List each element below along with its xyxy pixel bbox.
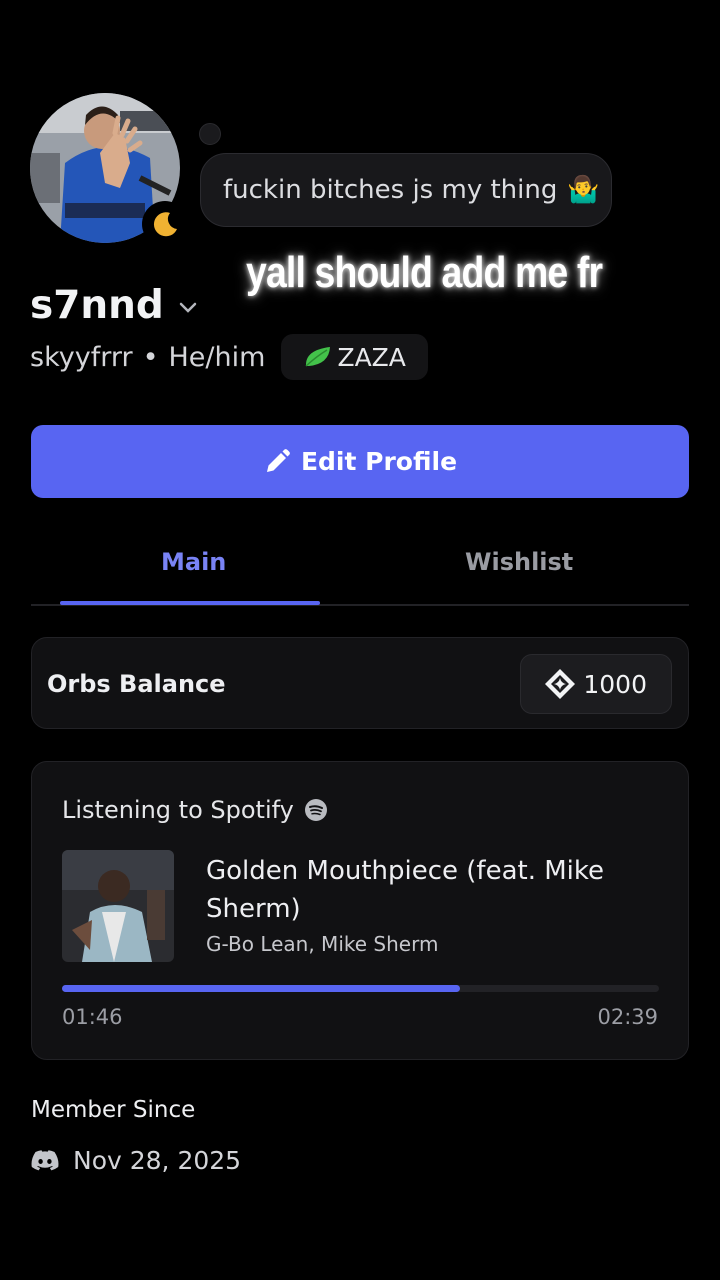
playback-progress-fill — [62, 985, 461, 992]
member-since-row: Nov 28, 2025 — [31, 1146, 241, 1175]
display-name-row[interactable]: s7nnd — [30, 283, 198, 328]
track-title[interactable]: Golden Mouthpiece (feat. Mike Sherm) — [206, 852, 646, 928]
active-tab-indicator — [60, 601, 320, 605]
username-pronouns: skyyfrrr • He/him — [30, 342, 265, 373]
server-tag-label: ZAZA — [337, 342, 406, 372]
elapsed-time: 01:46 — [62, 1005, 123, 1029]
orbs-balance-label: Orbs Balance — [47, 670, 226, 698]
tab-wishlist[interactable]: Wishlist — [465, 548, 573, 576]
playback-progress-bar — [62, 985, 659, 992]
status-emoji: 🤷‍♂️ — [567, 175, 600, 205]
orbs-balance-card[interactable]: Orbs Balance 1000 — [31, 637, 689, 729]
edit-profile-label: Edit Profile — [300, 447, 458, 476]
tab-main[interactable]: Main — [161, 548, 226, 576]
profile-tabs: Main Wishlist — [31, 530, 689, 606]
server-tag[interactable]: ZAZA — [281, 334, 428, 380]
spotify-activity-card[interactable]: Listening to Spotify Golden Mouthpiece (… — [31, 761, 689, 1060]
spotify-icon — [304, 799, 327, 821]
discord-icon — [31, 1149, 59, 1170]
pronouns: He/him — [168, 341, 266, 373]
leaf-icon — [305, 347, 331, 367]
overlay-caption: yall should add me fr — [246, 248, 603, 297]
custom-status-bubble[interactable]: fuckin bitches js my thing 🤷‍♂️ — [200, 153, 612, 227]
spotify-header-label: Listening to Spotify — [62, 796, 294, 824]
member-since-title: Member Since — [31, 1097, 196, 1123]
orbs-balance-value: 1000 — [583, 669, 647, 699]
avatar-container[interactable] — [30, 93, 188, 247]
chevron-down-icon[interactable] — [178, 301, 198, 315]
custom-status-text: fuckin bitches js my thing — [223, 175, 558, 205]
status-indicator — [142, 201, 188, 247]
pencil-icon — [266, 448, 290, 472]
track-duration: 02:39 — [597, 1005, 658, 1029]
member-since-date: Nov 28, 2025 — [73, 1146, 242, 1175]
moon-icon — [153, 212, 177, 237]
display-name: s7nnd — [30, 283, 164, 328]
bubble-tail-dot — [199, 123, 221, 145]
username: skyyfrrr — [30, 341, 133, 373]
edit-profile-button[interactable]: Edit Profile — [31, 425, 689, 498]
identity-row: skyyfrrr • He/him ZAZA — [30, 334, 428, 380]
separator-dot: • — [142, 341, 159, 373]
orbs-balance-pill[interactable]: 1000 — [520, 654, 672, 714]
spotify-header: Listening to Spotify — [62, 796, 328, 824]
album-cover[interactable] — [62, 850, 174, 962]
track-artist[interactable]: G-Bo Lean, Mike Sherm — [206, 932, 438, 956]
orb-icon — [545, 669, 576, 699]
